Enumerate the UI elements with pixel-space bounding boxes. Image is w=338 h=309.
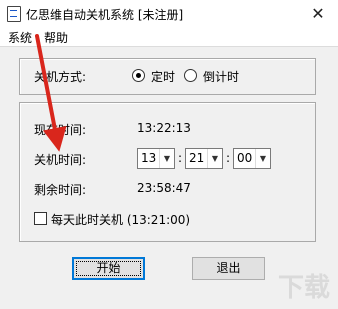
watermark: 下载 [277,273,330,303]
app-window: 亿思维自动关机系统 [未注册] ✕ 系统 帮助 关机方式: 定时 倒计时 现在时… [0,0,338,309]
annotation-arrow [35,34,67,152]
